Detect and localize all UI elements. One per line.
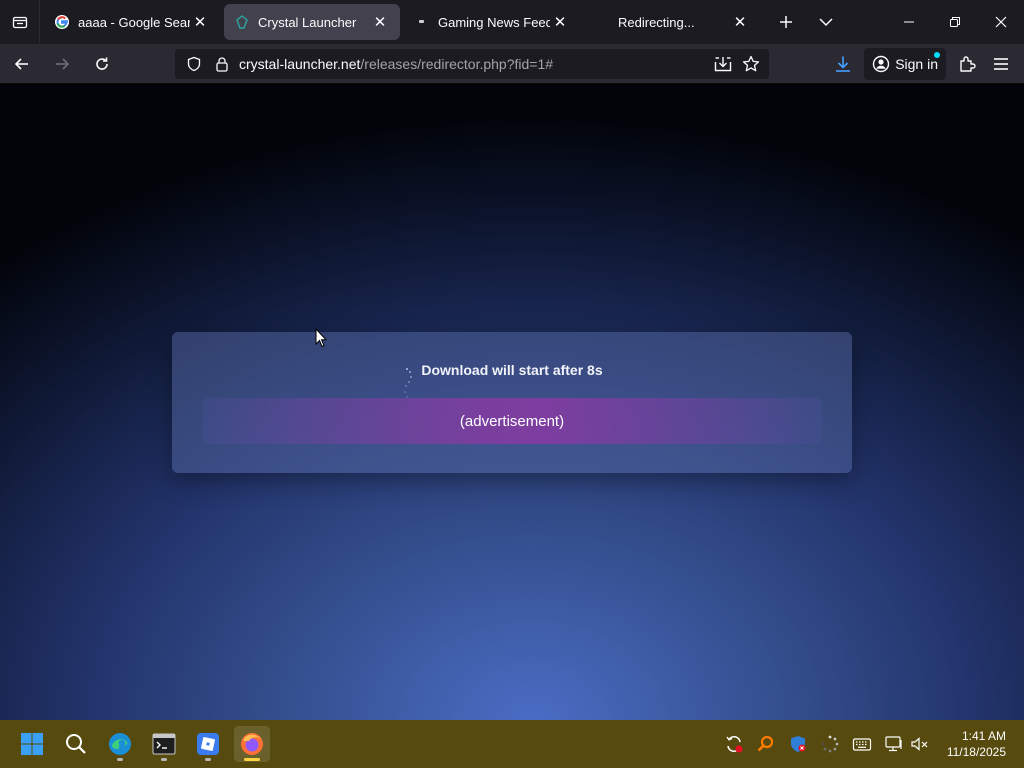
firefox-view-icon [12,16,27,29]
start-icon [21,733,43,755]
firefox-view-button[interactable] [0,0,40,44]
close-tab-icon[interactable]: ✕ [550,12,570,32]
tab-crystal-launcher[interactable]: Crystal Launcher ✕ [224,4,400,40]
crystal-launcher-icon [234,14,250,30]
loading-tray-icon[interactable] [820,734,840,754]
tracking-protection-icon[interactable] [183,53,205,75]
app-menu-button[interactable] [984,48,1018,80]
list-all-tabs-button[interactable] [808,4,844,40]
restore-button[interactable] [932,0,978,44]
start-button[interactable] [14,726,50,762]
running-indicator [161,758,167,761]
terminal-icon [152,733,176,755]
advertisement-banner[interactable]: (advertisement) [202,398,822,444]
back-arrow-icon [14,57,28,70]
bookmark-star-button[interactable] [737,50,765,78]
redirect-card: Download will start after 8s (advertisem… [172,332,852,473]
page-content: Download will start after 8s (advertisem… [0,85,1024,720]
forward-arrow-icon [56,57,70,70]
sync-icon[interactable] [724,734,744,754]
tab-title: aaaa - Google Search [78,14,190,30]
taskbar-roblox[interactable] [190,726,226,762]
clock-time: 1:41 AM [961,729,1006,743]
close-tab-icon[interactable]: ✕ [370,12,390,32]
tab-list: aaaa - Google Search ✕ Crystal Launcher … [40,0,764,44]
extensions-button[interactable] [950,48,984,80]
puzzle-icon [960,56,976,72]
new-tab-button[interactable] [768,4,804,40]
keyboard-icon[interactable] [852,734,872,754]
chevron-down-icon [819,18,833,27]
search-button[interactable] [58,726,94,762]
running-indicator [205,758,211,761]
close-window-button[interactable] [978,0,1024,44]
reload-button[interactable] [84,48,120,80]
roblox-icon [197,733,219,755]
minimize-icon [904,21,914,23]
tab-title: Gaming News Feed [438,14,550,30]
downloads-button[interactable] [826,48,860,80]
close-tab-icon[interactable]: ✕ [730,12,750,32]
back-button[interactable] [4,48,40,80]
hamburger-menu-icon [994,58,1008,70]
taskbar-terminal[interactable] [146,726,182,762]
close-icon [995,16,1007,28]
save-to-device-icon [714,57,732,72]
tab-strip: aaaa - Google Search ✕ Crystal Launcher … [0,0,1024,44]
page-dot-icon [414,14,430,30]
account-icon [872,55,890,73]
plus-icon [780,16,792,28]
volume-muted-icon[interactable] [910,734,930,754]
tab-title: Redirecting... [618,14,695,30]
magnifier-tray-icon[interactable] [756,734,776,754]
advertisement-label: (advertisement) [459,412,565,430]
forward-button[interactable] [44,48,80,80]
save-page-button[interactable] [709,50,737,78]
sign-in-label: Sign in [895,56,938,72]
search-icon [66,734,86,754]
notification-dot [934,52,940,58]
minimize-button[interactable] [886,0,932,44]
url-text[interactable]: crystal-launcher.net/releases/redirector… [239,56,553,72]
active-app-indicator [244,758,260,761]
tab-google-search[interactable]: aaaa - Google Search ✕ [44,4,220,40]
clock-date: 11/18/2025 [946,745,1006,759]
network-icon[interactable] [884,734,904,754]
window-controls [886,0,1024,44]
lock-icon[interactable] [211,53,233,75]
system-clock[interactable]: 1:41 AM 11/18/2025 [936,728,1006,760]
security-shield-icon[interactable] [788,734,808,754]
tab-title: Crystal Launcher [258,14,357,30]
mouse-cursor-icon [315,328,327,348]
tab-gaming-news-feed[interactable]: Gaming News Feed ✕ [404,4,580,40]
taskbar-firefox[interactable] [234,726,270,762]
navigation-toolbar: crystal-launcher.net/releases/redirector… [0,44,1024,84]
tab-redirecting[interactable]: Redirecting... ✕ [584,4,760,40]
url-bar[interactable]: crystal-launcher.net/releases/redirector… [175,49,769,79]
firefox-icon [241,733,263,755]
url-host: crystal-launcher.net [239,56,361,72]
star-icon [742,55,760,72]
download-arrow-icon [836,56,851,72]
google-icon [54,14,70,30]
edge-icon [109,733,131,755]
download-countdown-text: Download will start after 8s [421,362,603,378]
reload-icon [96,57,108,70]
close-tab-icon[interactable]: ✕ [190,12,210,32]
windows-taskbar: 1:41 AM 11/18/2025 [0,720,1024,768]
running-indicator [117,758,123,761]
restore-icon [950,17,960,27]
taskbar-edge[interactable] [102,726,138,762]
url-path: /releases/redirector.php?fid=1# [360,56,554,72]
sign-in-button[interactable]: Sign in [864,48,946,80]
